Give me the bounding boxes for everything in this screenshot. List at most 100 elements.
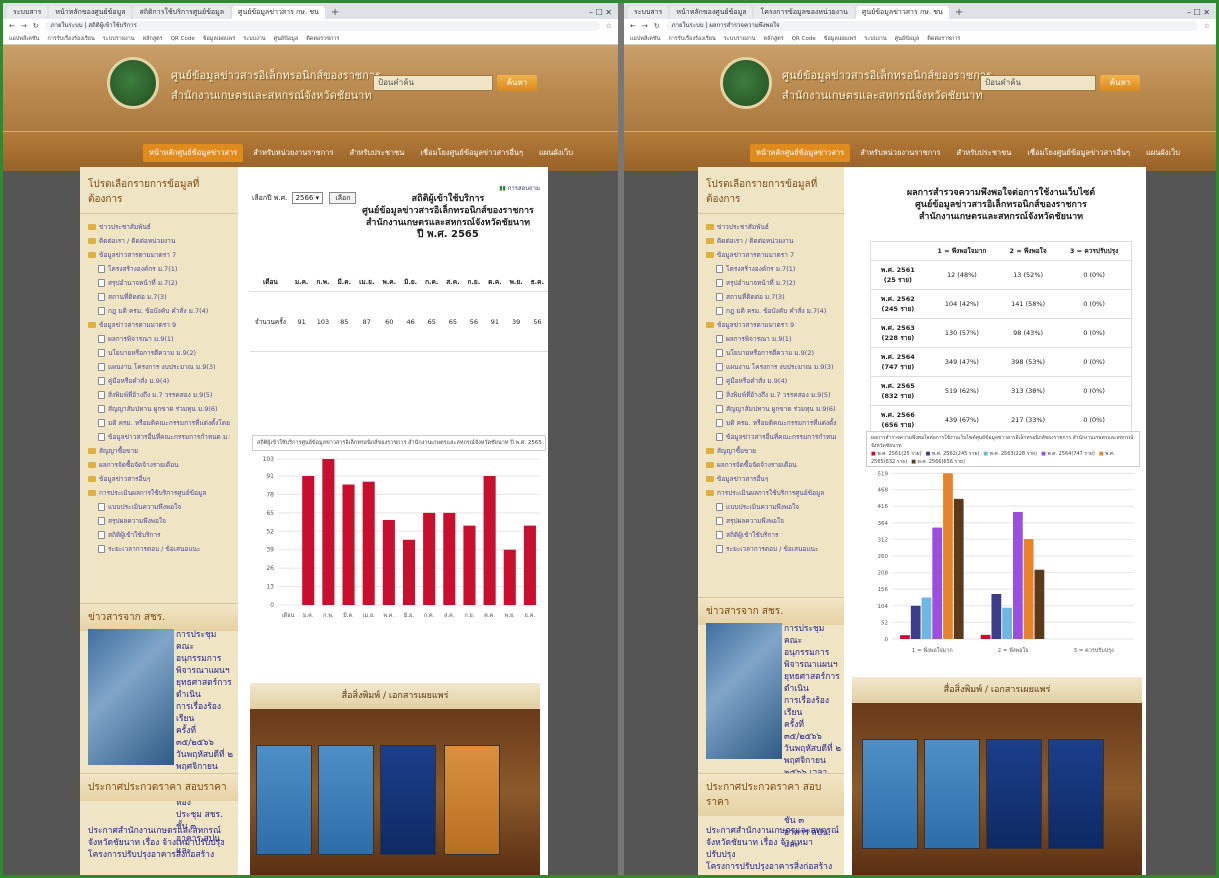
nav-item[interactable]: สำหรับประชาชน — [344, 144, 411, 162]
news-text[interactable]: การประชุม คณะอนุกรรมการ พิจารณาแผนฯ ยุทธศาส… — [176, 629, 236, 857]
sidebar-item[interactable]: แผนงาน โครงการ งบประมาณ ม.9(3) — [88, 360, 230, 374]
search-button[interactable]: ค้นหา — [1100, 75, 1140, 91]
book-cover-1[interactable] — [862, 739, 918, 849]
news-photo[interactable] — [706, 623, 782, 759]
url-field[interactable]: ภายในระบบ | ผลการสำรวจความพึงพอใจ — [665, 21, 1198, 31]
sidebar-item[interactable]: สิ่งพิมพ์ที่อ้างถึง ม.7 วรรคสอง ม.9(5) — [88, 388, 230, 402]
tab-2[interactable]: โครงการข้อมูลของหน่วยงาน — [754, 6, 854, 19]
bookmark-item[interactable]: การรับเรื่องร้องเรียน — [47, 33, 94, 44]
book-cover-2[interactable] — [318, 745, 374, 855]
star-icon[interactable]: ☆ — [606, 22, 612, 30]
sidebar-item[interactable]: ข้อมูลข่าวสารอื่นๆ — [706, 472, 836, 486]
nav-item[interactable]: แผนผังเว็บ — [1140, 144, 1186, 162]
nav-item[interactable]: สำหรับหน่วยงานราชการ — [854, 144, 946, 162]
sidebar-item[interactable]: แผนงาน โครงการ งบประมาณ ม.9(3) — [706, 360, 836, 374]
sidebar-item[interactable]: สัญญาสัมปทาน ผูกขาด ร่วมทุน ม.9(6) — [88, 402, 230, 416]
bookmark-item[interactable]: ระบบรายงาน — [103, 33, 135, 44]
sidebar-item[interactable]: โครงสร้างองค์กร ม.7(1) — [706, 262, 836, 276]
sidebar-item[interactable]: มติ ครม. หรือมติคณะกรรมการที่แต่งตั้งโดย… — [88, 416, 230, 430]
book-cover-1[interactable] — [256, 745, 312, 855]
report-link[interactable]: ▮▮ การสอบถาม — [499, 183, 540, 193]
nav-item[interactable]: เชื่อมโยงศูนย์ข้อมูลข่าวสารอื่นๆ — [1021, 144, 1136, 162]
back-icon[interactable]: ← — [630, 22, 636, 30]
sidebar-item[interactable]: ระยะเวลาการตอบ / ข้อเสนอแนะ — [706, 542, 836, 556]
tab-3[interactable]: ศูนย์ข้อมูลข่าวสาร กษ. ชน — [232, 6, 325, 19]
sidebar-item[interactable]: การประเมินผลการใช้บริการศูนย์ข้อมูล — [88, 486, 230, 500]
sidebar-item[interactable]: สรุปผลความพึงพอใจ — [88, 514, 230, 528]
back-icon[interactable]: ← — [9, 22, 15, 30]
forward-icon[interactable]: → — [642, 22, 648, 30]
sidebar-item[interactable]: การประเมินผลการใช้บริการศูนย์ข้อมูล — [706, 486, 836, 500]
bookmark-item[interactable]: ระบบงาน — [864, 33, 886, 44]
bookmark-item[interactable]: ศูนย์ข้อมูล — [274, 33, 299, 44]
bookmark-item[interactable]: ศูนย์ข้อมูล — [895, 33, 920, 44]
bookmark-item[interactable]: หลักสูตร — [764, 33, 784, 44]
nav-item[interactable]: เชื่อมโยงศูนย์ข้อมูลข่าวสารอื่นๆ — [414, 144, 529, 162]
nav-item[interactable]: สำหรับประชาชน — [951, 144, 1018, 162]
sidebar-item[interactable]: สถานที่ติดต่อ ม.7(3) — [706, 290, 836, 304]
sidebar-item[interactable]: ติดต่อเรา / ติดต่อหน่วยงาน — [706, 234, 836, 248]
sidebar-item[interactable]: สรุปอำนาจหน้าที่ ม.7(2) — [706, 276, 836, 290]
sidebar-item[interactable]: ข้อมูลข่าวสารอื่นที่คณะกรรมการกำหนด ม.9(… — [88, 430, 230, 444]
star-icon[interactable]: ☆ — [1204, 22, 1210, 30]
bookmark-item[interactable]: ติดต่อราชการ — [927, 33, 960, 44]
new-tab-icon[interactable]: + — [951, 6, 967, 19]
sidebar-item[interactable]: สรุปอำนาจหน้าที่ ม.7(2) — [88, 276, 230, 290]
tab-0[interactable]: ระบบสาร — [628, 6, 669, 19]
sidebar-item[interactable]: ผลการจัดซื้อจัดจ้างรายเดือน — [88, 458, 230, 472]
bookmark-item[interactable]: แอปพลิเคชัน — [630, 33, 660, 44]
reload-icon[interactable]: ↻ — [654, 22, 660, 30]
window-controls[interactable]: – ☐ ✕ — [589, 6, 618, 19]
book-cover-3[interactable] — [380, 745, 436, 855]
bookmark-item[interactable]: ระบบงาน — [243, 33, 265, 44]
bookmark-item[interactable]: ติดต่อราชการ — [306, 33, 339, 44]
new-tab-icon[interactable]: + — [327, 6, 343, 19]
year-select[interactable]: 2566 ▾ — [291, 192, 324, 204]
sidebar-item[interactable]: แบบประเมินความพึงพอใจ — [706, 500, 836, 514]
sidebar-item[interactable]: สถานที่ติดต่อ ม.7(3) — [88, 290, 230, 304]
procurement-text[interactable]: ประกาศสำนักงานเกษตรและสหกรณ์ จังหวัดชัยนา… — [706, 825, 842, 873]
sidebar-item[interactable]: ข้อมูลข่าวสารตามมาตรา 7 — [706, 248, 836, 262]
book-cover-4[interactable] — [444, 745, 500, 855]
search-input[interactable]: ป้อนคำค้น — [373, 75, 493, 91]
bookmark-item[interactable]: หลักสูตร — [143, 33, 163, 44]
sidebar-item[interactable]: คู่มือหรือคำสั่ง ม.9(4) — [706, 374, 836, 388]
nav-item[interactable]: แผนผังเว็บ — [533, 144, 579, 162]
sidebar-item[interactable]: คู่มือหรือคำสั่ง ม.9(4) — [88, 374, 230, 388]
sidebar-item[interactable]: มติ ครม. หรือมติคณะกรรมการที่แต่งตั้งโดย… — [706, 416, 836, 430]
sidebar-item[interactable]: ติดต่อเรา / ติดต่อหน่วยงาน — [88, 234, 230, 248]
window-controls[interactable]: – ☐ ✕ — [1187, 6, 1216, 19]
sidebar-item[interactable]: สถิติผู้เข้าใช้บริการ — [88, 528, 230, 542]
search-button[interactable]: ค้นหา — [497, 75, 537, 91]
news-photo[interactable] — [88, 629, 174, 765]
sidebar-item[interactable]: นโยบายหรือการตีความ ม.9(2) — [706, 346, 836, 360]
bookmark-item[interactable]: ข้อมูลเผยแพร่ — [203, 33, 236, 44]
bookmark-item[interactable]: QR Code — [792, 33, 816, 44]
book-cover-3[interactable] — [986, 739, 1042, 849]
bookmark-item[interactable]: การรับเรื่องร้องเรียน — [668, 33, 715, 44]
sidebar-item[interactable]: กฎ มติ ครม. ข้อบังคับ คำสั่ง ม.7(4) — [706, 304, 836, 318]
sidebar-item[interactable]: ข้อมูลข่าวสารอื่นที่คณะกรรมการกำหนด ม.9(… — [706, 430, 836, 444]
tab-1[interactable]: หน้าหลักของศูนย์ข้อมูล — [670, 6, 753, 19]
tab-0[interactable]: ระบบสาร — [7, 6, 48, 19]
sidebar-item[interactable]: สิ่งพิมพ์ที่อ้างถึง ม.7 วรรคสอง ม.9(5) — [706, 388, 836, 402]
sidebar-item[interactable]: สถิติผู้เข้าใช้บริการ — [706, 528, 836, 542]
tab-3[interactable]: ศูนย์ข้อมูลข่าวสาร กษ. ชน — [855, 6, 949, 19]
forward-icon[interactable]: → — [21, 22, 27, 30]
bookmark-item[interactable]: แอปพลิเคชัน — [9, 33, 39, 44]
news-text[interactable]: การประชุม คณะอนุกรรมการ พิจารณาแผนฯ ยุทธศาส… — [784, 623, 842, 851]
sidebar-item[interactable]: กฎ มติ ครม. ข้อบังคับ คำสั่ง ม.7(4) — [88, 304, 230, 318]
sidebar-item[interactable]: ข้อมูลข่าวสารตามมาตรา 9 — [706, 318, 836, 332]
sidebar-item[interactable]: ข้อมูลข่าวสารอื่นๆ — [88, 472, 230, 486]
search-input[interactable]: ป้อนคำค้น — [980, 75, 1096, 91]
reload-icon[interactable]: ↻ — [33, 22, 39, 30]
book-cover-4[interactable] — [1048, 739, 1104, 849]
bookmark-item[interactable]: ระบบรายงาน — [724, 33, 756, 44]
sidebar-item[interactable]: ระยะเวลาการตอบ / ข้อเสนอแนะ — [88, 542, 230, 556]
sidebar-item[interactable]: สัญญาสัมปทาน ผูกขาด ร่วมทุน ม.9(6) — [706, 402, 836, 416]
sidebar-item[interactable]: สรุปผลความพึงพอใจ — [706, 514, 836, 528]
sidebar-item[interactable]: ผลการพิจารณา ม.9(1) — [706, 332, 836, 346]
sidebar-item[interactable]: ข่าวประชาสัมพันธ์ — [88, 220, 230, 234]
sidebar-item[interactable]: ผลการจัดซื้อจัดจ้างรายเดือน — [706, 458, 836, 472]
sidebar-item[interactable]: ข้อมูลข่าวสารตามมาตรา 9 — [88, 318, 230, 332]
